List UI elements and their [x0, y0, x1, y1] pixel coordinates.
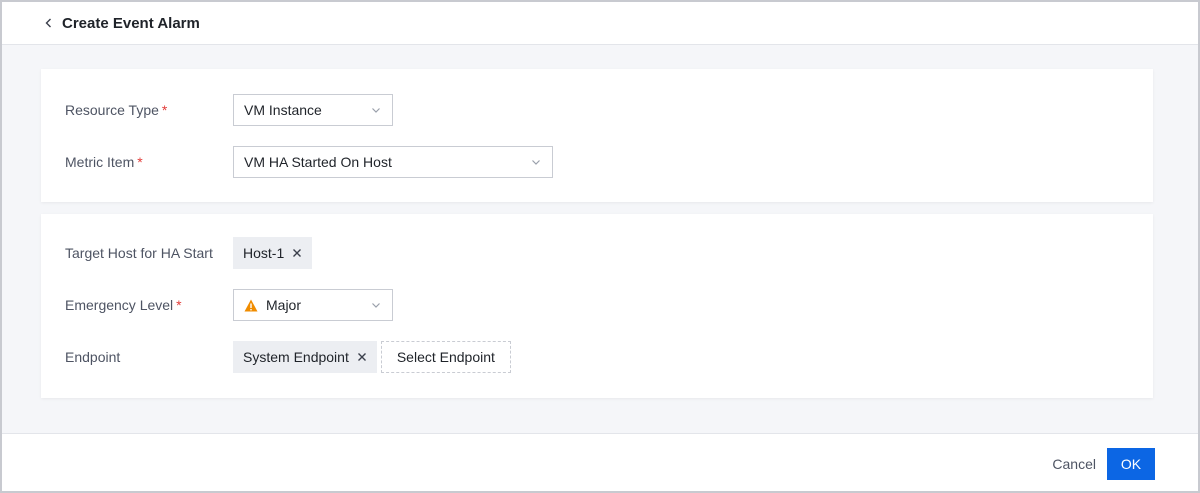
- ok-button[interactable]: OK: [1107, 448, 1155, 480]
- select-endpoint-button[interactable]: Select Endpoint: [380, 341, 511, 373]
- endpoint-tag-label: System Endpoint: [243, 349, 349, 365]
- emergency-level-label: Emergency Level *: [65, 297, 182, 313]
- resource-type-label: Resource Type *: [65, 102, 168, 118]
- cancel-button[interactable]: Cancel: [1052, 448, 1096, 480]
- chevron-down-icon: [372, 303, 380, 308]
- chevron-left-icon: [45, 18, 51, 28]
- emergency-level-value: Major: [266, 297, 302, 313]
- alarm-settings-section: Target Host for HA Start Host-1 Emergenc…: [41, 214, 1153, 398]
- resource-section: Resource Type * VM Instance Metric Item * …: [41, 69, 1153, 202]
- required-mark: *: [161, 102, 168, 118]
- endpoint-tag: System Endpoint: [233, 341, 377, 373]
- close-icon[interactable]: [292, 248, 302, 258]
- dialog-frame: Create Event Alarm Resource Type * VM Ins…: [0, 0, 1200, 493]
- dialog-footer: Cancel OK: [2, 433, 1198, 491]
- emergency-level-row: Emergency Level * Major: [41, 289, 1153, 321]
- host-tag: Host-1: [233, 237, 313, 269]
- page-title: Create Event Alarm: [62, 14, 200, 32]
- resource-type-select[interactable]: VM Instance: [233, 94, 393, 126]
- metric-item-row: Metric Item * VM HA Started On Host: [41, 146, 1153, 178]
- resource-type-row: Resource Type * VM Instance: [41, 94, 1153, 126]
- required-mark: *: [137, 154, 143, 170]
- host-tag-label: Host-1: [243, 245, 285, 261]
- metric-item-value: VM HA Started On Host: [244, 154, 392, 170]
- metric-item-select[interactable]: VM HA Started On Host: [233, 146, 553, 178]
- resource-type-value: VM Instance: [244, 102, 322, 118]
- chevron-down-icon: [532, 160, 540, 165]
- chevron-down-icon: [372, 108, 380, 113]
- close-icon[interactable]: [357, 352, 367, 362]
- endpoint-label: Endpoint: [65, 349, 121, 365]
- warning-triangle-icon: [244, 299, 258, 311]
- back-button[interactable]: Create Event Alarm: [42, 15, 200, 32]
- metric-item-label: Metric Item *: [65, 154, 143, 170]
- page-header: Create Event Alarm: [2, 2, 1198, 45]
- emergency-level-select[interactable]: Major: [233, 289, 393, 321]
- target-host-row: Target Host for HA Start Host-1: [41, 237, 1153, 269]
- endpoint-row: Endpoint System Endpoint Select Endpoint: [41, 341, 1153, 373]
- required-mark: *: [176, 297, 182, 313]
- target-host-label: Target Host for HA Start: [65, 245, 213, 261]
